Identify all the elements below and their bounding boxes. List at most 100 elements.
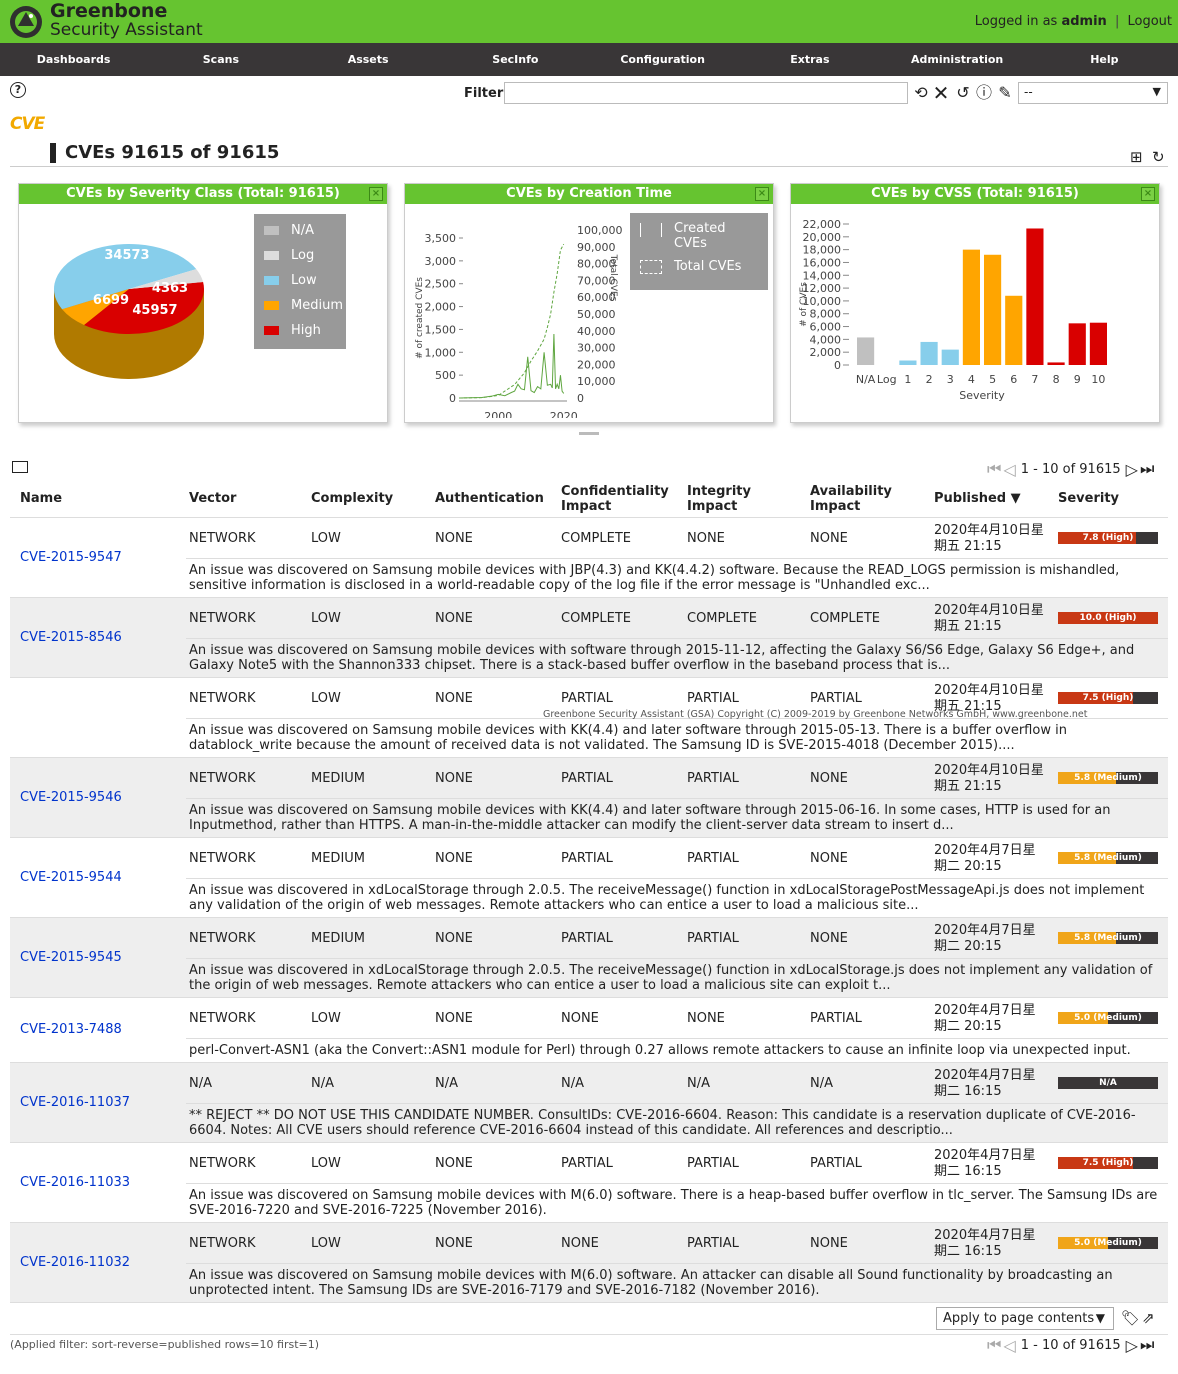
cve-name-link[interactable]: CVE-2015-9544 xyxy=(20,870,122,885)
last-page-icon[interactable]: ⏭ xyxy=(1140,1335,1154,1355)
legend-item[interactable]: High xyxy=(254,318,346,343)
first-page-icon[interactable]: ⏮ xyxy=(987,459,1001,479)
edit-filter-icon[interactable]: ✎ xyxy=(996,83,1014,103)
cve-name-link[interactable]: CVE-2016-11033 xyxy=(20,1175,130,1190)
help-icon[interactable]: ? xyxy=(10,82,26,98)
apply-select-value: Apply to page contents xyxy=(943,1311,1095,1326)
bar-10[interactable] xyxy=(1089,322,1107,365)
menu-configuration[interactable]: Configuration xyxy=(589,43,736,76)
col-complexity[interactable]: Complexity xyxy=(311,491,393,506)
close-icon[interactable]: × xyxy=(755,187,769,201)
table-row[interactable]: CVE-2015-9546 NETWORK MEDIUM NONE PARTIAL PAR… xyxy=(10,758,1168,838)
cell-availability: NONE xyxy=(810,851,848,866)
x-tick-label: 10 xyxy=(1091,373,1105,386)
cve-name-link[interactable]: CVE-2013-7488 xyxy=(20,1022,122,1037)
table-row[interactable]: CVE-2015-9544 NETWORK MEDIUM NONE PARTIAL PAR… xyxy=(10,838,1168,918)
legend-item[interactable]: Log xyxy=(254,243,346,268)
apply-select[interactable]: Apply to page contents ▼ xyxy=(936,1307,1114,1330)
legend-swatch xyxy=(264,251,279,260)
col-integrity[interactable]: Integrity Impact xyxy=(687,484,767,514)
cve-name-link[interactable]: CVE-2015-9546 xyxy=(20,790,122,805)
menu-help[interactable]: Help xyxy=(1031,43,1178,76)
next-page-icon[interactable]: ▷ xyxy=(1126,460,1138,479)
table-row[interactable]: CVE-2013-7488 NETWORK LOW NONE NONE NONE PARTI… xyxy=(10,998,1168,1063)
bar-3[interactable] xyxy=(941,349,959,365)
close-icon[interactable]: × xyxy=(1141,187,1155,201)
menu-scans[interactable]: Scans xyxy=(147,43,294,76)
resize-handle[interactable] xyxy=(579,432,599,435)
series-total-cves[interactable] xyxy=(458,243,565,399)
bar-na[interactable] xyxy=(857,337,875,365)
menu-administration[interactable]: Administration xyxy=(884,43,1031,76)
bar-1[interactable] xyxy=(899,360,917,365)
tag-icon[interactable]: 🏷 xyxy=(1121,1309,1140,1327)
legend-item[interactable]: Low xyxy=(254,268,346,293)
bar-8[interactable] xyxy=(1047,362,1065,365)
next-page-icon[interactable]: ▷ xyxy=(1126,1336,1138,1355)
close-icon[interactable]: × xyxy=(369,187,383,201)
cve-name-link[interactable]: CVE-2015-9545 xyxy=(20,950,122,965)
bar-2[interactable] xyxy=(920,341,938,365)
legend-item[interactable]: Medium xyxy=(254,293,346,318)
col-severity[interactable]: Severity xyxy=(1058,491,1119,506)
clear-icon[interactable]: ✕ xyxy=(932,83,950,103)
cell-authentication: NONE xyxy=(435,1236,473,1251)
filter-help-icon[interactable]: ⓘ xyxy=(975,83,993,103)
filter-input[interactable] xyxy=(504,82,908,104)
col-name[interactable]: Name xyxy=(20,491,62,506)
col-availability[interactable]: Availability Impact xyxy=(810,484,900,514)
refresh-icon[interactable]: ⟲ xyxy=(912,83,930,103)
bar-7[interactable] xyxy=(1026,228,1044,365)
x-tick-label: 5 xyxy=(989,373,996,386)
username[interactable]: admin xyxy=(1061,14,1106,29)
legend-item[interactable]: Created CVEs xyxy=(630,221,768,251)
menu-secinfo[interactable]: SecInfo xyxy=(442,43,589,76)
cve-name-link[interactable]: CVE-2015-8546 xyxy=(20,630,122,645)
bar-9[interactable] xyxy=(1068,323,1086,365)
legend-item[interactable]: N/A xyxy=(254,218,346,243)
folder-icon[interactable] xyxy=(12,461,28,473)
logout-link[interactable]: Logout xyxy=(1127,14,1172,29)
col-published[interactable]: Published ▼ xyxy=(934,491,1021,506)
previous-page-icon[interactable]: ◁ xyxy=(1003,460,1015,479)
menu-dashboards[interactable]: Dashboards xyxy=(0,43,147,76)
pie-label: 4363 xyxy=(152,281,188,296)
last-page-icon[interactable]: ⏭ xyxy=(1140,459,1154,479)
first-page-icon[interactable]: ⏮ xyxy=(987,1335,1001,1355)
col-authentication[interactable]: Authentication xyxy=(435,491,544,506)
panel-header[interactable]: CVEs by CVSS (Total: 91615) × xyxy=(791,184,1159,204)
table-row[interactable]: CVE-2016-11037 N/A N/A N/A N/A N/A N/A 2020年4月7… xyxy=(10,1063,1168,1143)
severity-bar: 7.5 (High) xyxy=(1058,692,1158,704)
bar-4[interactable] xyxy=(962,249,980,365)
menu-extras[interactable]: Extras xyxy=(736,43,883,76)
cve-name-link[interactable]: CVE-2016-11032 xyxy=(20,1255,130,1270)
cve-name-link[interactable]: CVE-2016-11037 xyxy=(20,1095,130,1110)
table-row[interactable]: CVE-2015-9545 NETWORK MEDIUM NONE PARTIAL PAR… xyxy=(10,918,1168,998)
cve-name-link[interactable]: CVE-2015-9547 xyxy=(20,550,122,565)
cell-availability: PARTIAL xyxy=(810,1156,862,1171)
menu-assets[interactable]: Assets xyxy=(295,43,442,76)
panel-header[interactable]: CVEs by Creation Time × xyxy=(405,184,773,204)
series-created-cves[interactable] xyxy=(458,333,565,399)
reload-icon[interactable]: ↻ xyxy=(1152,148,1165,166)
cell-complexity: LOW xyxy=(311,1156,341,1171)
app-header: Greenbone Security Assistant Logged in a… xyxy=(0,0,1178,43)
table-row[interactable]: CVE-2016-11033 NETWORK LOW NONE PARTIAL PARTI… xyxy=(10,1143,1168,1223)
legend-item[interactable]: Total CVEs xyxy=(630,259,768,274)
filter-select[interactable]: -- ▼ xyxy=(1018,82,1168,104)
bar-5[interactable] xyxy=(984,254,1002,365)
panel-header[interactable]: CVEs by Severity Class (Total: 91615) × xyxy=(19,184,387,204)
table-row[interactable]: CVE-2016-11032 NETWORK LOW NONE NONE PARTIAL N… xyxy=(10,1223,1168,1303)
new-dashboard-icon[interactable]: ⊞ xyxy=(1130,148,1143,166)
previous-page-icon[interactable]: ◁ xyxy=(1003,1336,1015,1355)
table-row[interactable]: CVE-2015-9547 NETWORK LOW NONE COMPLETE NONE N… xyxy=(10,518,1168,598)
export-icon[interactable]: ⇗ xyxy=(1142,1309,1155,1327)
reset-icon[interactable]: ↺ xyxy=(954,83,972,103)
col-vector[interactable]: Vector xyxy=(189,491,236,506)
table-row[interactable]: CVE-2015-8546 NETWORK LOW NONE COMPLETE COMPL… xyxy=(10,598,1168,678)
col-confidentiality[interactable]: Confidentiality Impact xyxy=(561,484,671,514)
y2-tick-label: 40,000 xyxy=(577,325,616,338)
bar-6[interactable] xyxy=(1005,295,1023,365)
cell-published: 2020年4月10日星期五 21:15 xyxy=(934,523,1044,554)
cell-complexity: LOW xyxy=(311,1011,341,1026)
